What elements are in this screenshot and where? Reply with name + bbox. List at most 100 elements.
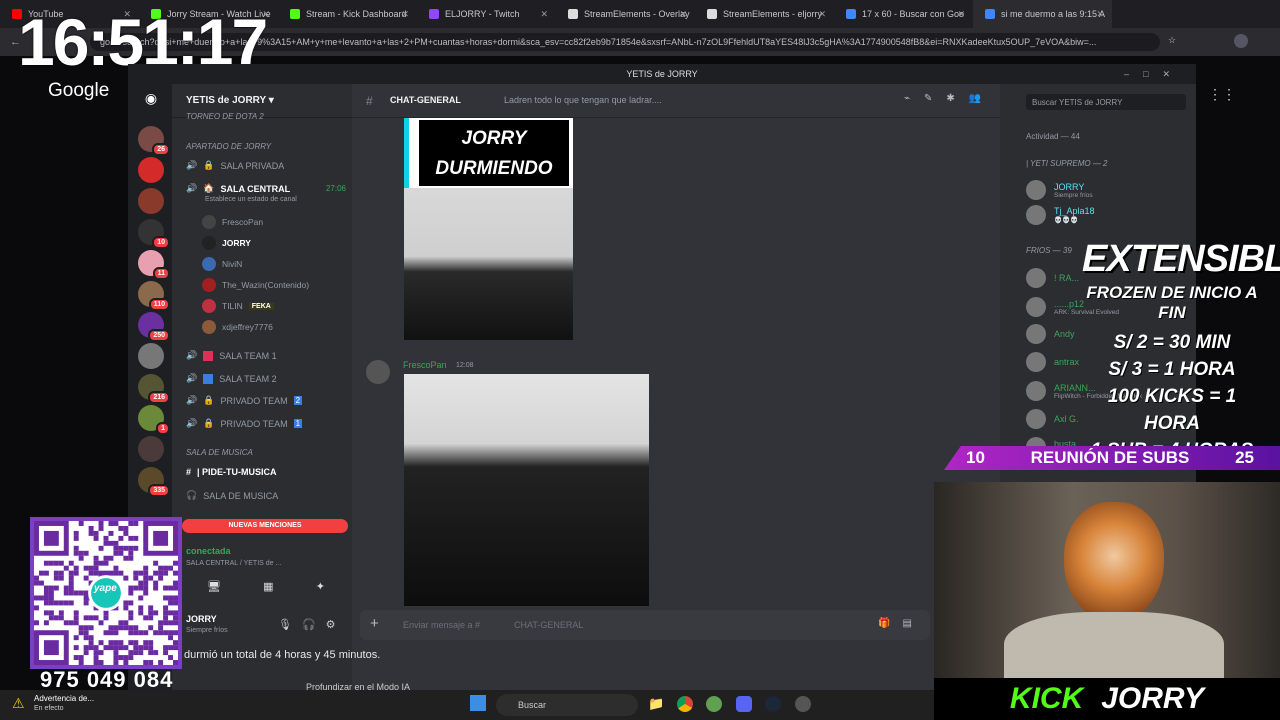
voice-user[interactable]: JORRY xyxy=(202,236,251,250)
server-icon[interactable] xyxy=(138,188,164,214)
avatar[interactable] xyxy=(366,360,390,384)
browser-tab[interactable]: 17 x 60 - Buscar con Goo ✕ xyxy=(834,0,973,28)
channel-sala-team-1[interactable]: 🔊 SALA TEAM 1 xyxy=(186,350,277,361)
channel-sala-privada[interactable]: 🔊 🔒 SALA PRIVADA xyxy=(186,160,284,171)
category-musica[interactable]: SALA DE MUSICA xyxy=(186,448,253,457)
warning-title[interactable]: Advertencia de... xyxy=(34,694,94,703)
voice-user-name: FrescoPan xyxy=(222,217,264,227)
kick-logo: KICK xyxy=(1009,682,1084,715)
obs-icon[interactable] xyxy=(795,696,811,712)
server-search[interactable]: Buscar YETIS de JORRY xyxy=(1026,94,1186,110)
meme-image-top[interactable]: JORRY DURMIENDO xyxy=(404,118,573,188)
close-icon[interactable]: ✕ xyxy=(1096,9,1104,20)
profile-avatar[interactable] xyxy=(1234,34,1248,48)
channel-sala-de-musica[interactable]: 🎧 SALA DE MUSICA xyxy=(186,490,278,501)
channel-privado-team-2[interactable]: 🔊 🔒 PRIVADO TEAM 2 xyxy=(186,395,303,406)
channel-pide-tu-musica[interactable]: # | PIDE-TU-MUSICA xyxy=(186,467,277,477)
voice-user[interactable]: NiviN xyxy=(202,257,242,271)
server-icon[interactable]: 335 xyxy=(138,467,170,497)
server-icon[interactable] xyxy=(138,343,164,369)
member-item[interactable]: JORRY Siempre fríos xyxy=(1026,180,1093,200)
steam-icon[interactable] xyxy=(765,696,781,712)
tab-title: StreamElements - eljorry xyxy=(723,9,823,19)
close-icon[interactable]: ✕ xyxy=(540,9,548,20)
member-item[interactable]: ! RA... xyxy=(1026,268,1079,288)
server-icon[interactable]: 110 xyxy=(138,281,170,311)
apps-grid-icon[interactable]: ⋮⋮ xyxy=(1208,86,1236,103)
warning-icon: ⚠ xyxy=(12,695,25,711)
donation-rate: 100 KICKS = 1 HORA xyxy=(1107,386,1237,434)
member-name: antrax xyxy=(1054,357,1080,367)
category-torneo[interactable]: TORNEO DE DOTA 2 xyxy=(186,112,264,121)
server-icon[interactable] xyxy=(138,436,164,462)
team-number: 1 xyxy=(293,419,303,428)
tab-favicon xyxy=(846,9,856,19)
message-composer[interactable]: + Enviar mensaje a # CHAT-GENERAL 🎁▤ xyxy=(360,610,930,640)
sleeping-photo-2[interactable] xyxy=(404,374,649,606)
voice-user[interactable]: TILIN FEKA xyxy=(202,299,274,313)
chat-topic[interactable]: Ladren todo lo que tengan que ladrar.... xyxy=(504,95,662,105)
taskbar-search[interactable]: Buscar xyxy=(496,694,638,716)
server-icon[interactable]: 216 xyxy=(138,374,170,404)
user-controls[interactable]: 🎙🎧⚙ xyxy=(278,618,346,631)
tab-favicon xyxy=(985,9,995,19)
member-item[interactable]: antrax xyxy=(1026,352,1079,372)
voice-connected-status[interactable]: conectada xyxy=(186,546,231,556)
browser-tab[interactable]: StreamElements - Overlay ✕ xyxy=(556,0,695,28)
bookmark-star-icon[interactable]: ☆ xyxy=(1168,35,1176,46)
windows-start-icon[interactable] xyxy=(470,695,486,711)
user-name[interactable]: JORRY xyxy=(186,614,217,624)
close-icon[interactable]: ✕ xyxy=(818,9,826,20)
window-controls[interactable]: –□✕ xyxy=(1124,64,1184,84)
new-mentions-pill[interactable]: NUEVAS MENCIONES xyxy=(182,519,348,533)
browser-tab[interactable]: Stream - Kick Dashboard ✕ xyxy=(278,0,417,28)
server-icon[interactable]: 250 xyxy=(138,312,170,342)
close-icon[interactable]: ✕ xyxy=(401,9,409,20)
composer-channel: CHAT-GENERAL xyxy=(514,620,584,630)
voice-user[interactable]: The_Wazin(Contenido) xyxy=(202,278,309,292)
browser-tab[interactable]: si me duermo a las 9:15 A ✕ xyxy=(973,0,1112,28)
lock-icon: 🔒 xyxy=(203,418,215,428)
window-title: YETIS de JORRY xyxy=(626,69,698,79)
server-icon[interactable]: 10 xyxy=(138,219,170,249)
member-item[interactable]: Tj_Apla18 💀💀💀 xyxy=(1026,205,1095,225)
category-apartado[interactable]: APARTADO DE JORRY xyxy=(186,142,271,151)
channel-privado-team-1[interactable]: 🔊 🔒 PRIVADO TEAM 1 xyxy=(186,418,303,429)
sleeping-photo-1[interactable] xyxy=(404,188,573,340)
channel-sala-central[interactable]: 🔊 🏠 SALA CENTRAL 27:06 xyxy=(186,183,346,194)
chrome-icon[interactable] xyxy=(677,696,693,712)
voice-channel-path: SALA CENTRAL / YETIS de ... xyxy=(186,560,282,567)
mention-badge: 335 xyxy=(148,484,170,497)
webcam-feed xyxy=(934,482,1280,678)
discord-taskbar-icon[interactable] xyxy=(736,696,752,712)
server-icon[interactable] xyxy=(138,157,164,183)
avatar xyxy=(1026,180,1046,200)
channel-sala-team-2[interactable]: 🔊 SALA TEAM 2 xyxy=(186,373,277,384)
close-icon[interactable]: ✕ xyxy=(957,9,965,20)
add-attachment-icon[interactable]: + xyxy=(370,615,379,632)
browser-tab[interactable]: ELJORRY - Twitch ✕ xyxy=(417,0,556,28)
feka-badge: FEKA xyxy=(248,302,274,310)
member-item[interactable]: Andy xyxy=(1026,324,1075,344)
server-icon[interactable]: 26 xyxy=(138,126,170,156)
discord-home-icon[interactable]: ◉ xyxy=(138,90,164,110)
server-icon[interactable]: 1 xyxy=(138,405,170,435)
close-icon[interactable]: ✕ xyxy=(679,9,687,20)
member-item[interactable]: Axl G. xyxy=(1026,409,1079,429)
app-icon[interactable] xyxy=(706,696,722,712)
browser-tab[interactable]: StreamElements - eljorry ✕ xyxy=(695,0,834,28)
voice-user[interactable]: xdjeffrey7776 xyxy=(202,320,273,334)
soundboard-icon[interactable]: ✦ xyxy=(316,580,325,593)
screen-share-icon[interactable]: 🖥 xyxy=(207,580,221,593)
file-explorer-icon[interactable]: 📁 xyxy=(648,696,664,712)
voice-user[interactable]: FrescoPan xyxy=(202,215,263,229)
channel-status[interactable]: Establece un estado de canal xyxy=(205,196,297,203)
activities-icon[interactable]: ▦ xyxy=(263,580,273,593)
server-icon[interactable]: 11 xyxy=(138,250,170,280)
voice-user-name: xdjeffrey7776 xyxy=(222,322,273,332)
message-author[interactable]: FrescoPan xyxy=(403,360,447,370)
activity-header[interactable]: Actividad — 44 xyxy=(1026,132,1080,141)
composer-tools[interactable]: 🎁▤ xyxy=(878,618,924,629)
yape-qr-code[interactable]: yape xyxy=(30,517,182,669)
header-tools[interactable]: ⌁✎✱👥 xyxy=(904,93,995,104)
